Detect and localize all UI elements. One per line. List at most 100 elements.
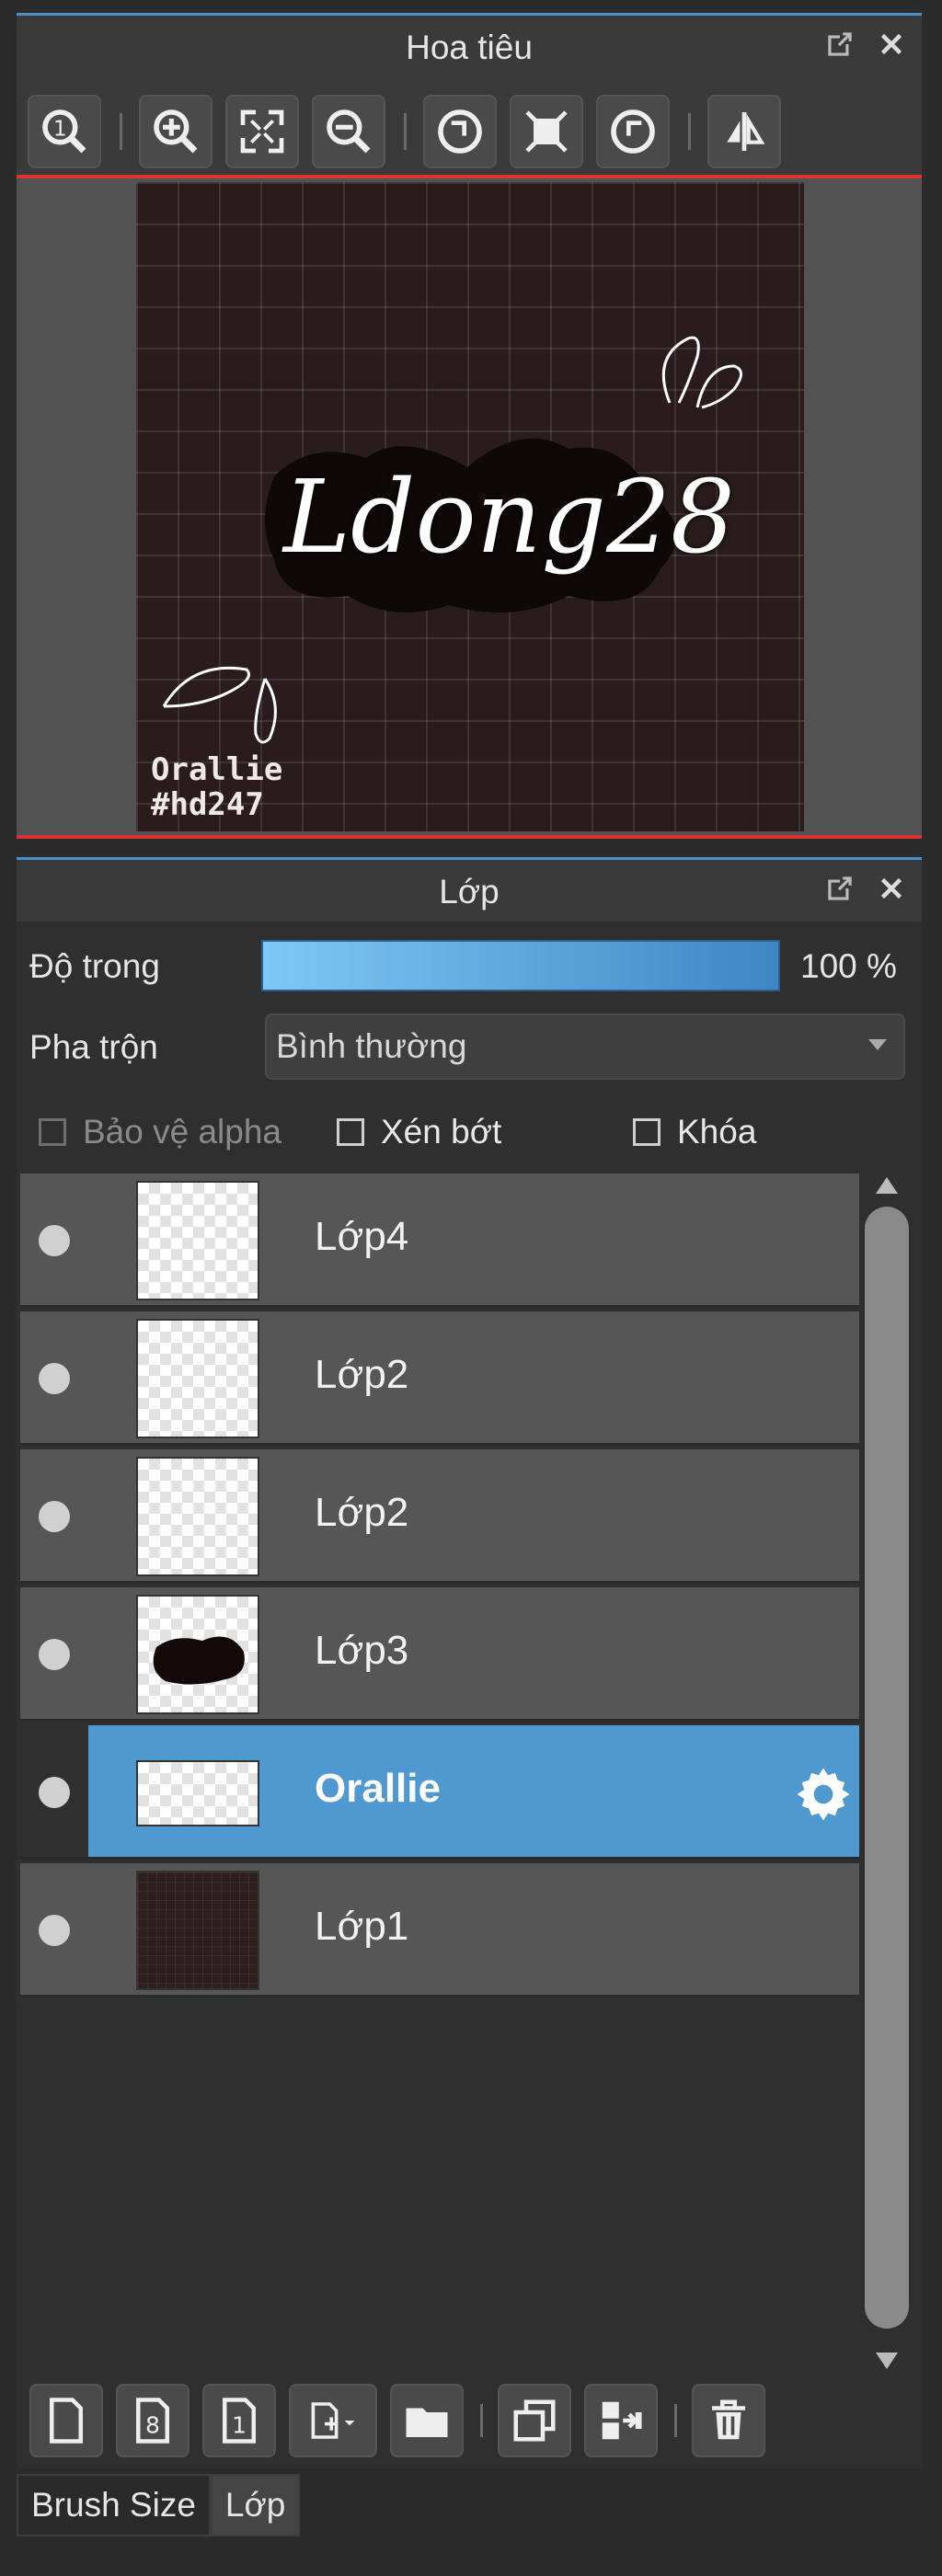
layer-row[interactable]: Lớp3 bbox=[20, 1587, 859, 1722]
zoom-actual-button[interactable]: 1 bbox=[28, 95, 101, 168]
svg-text:1: 1 bbox=[232, 2412, 247, 2439]
1bit-layer-icon: 1 bbox=[223, 2398, 256, 2444]
delete-layer-button[interactable] bbox=[692, 2384, 765, 2457]
checkbox-box bbox=[633, 1118, 661, 1146]
layer-thumbnail bbox=[136, 1871, 259, 1990]
layer-row[interactable]: Lớp2 bbox=[20, 1311, 859, 1446]
fullscreen-icon bbox=[525, 110, 568, 153]
clipping-label: Xén bớt bbox=[381, 1113, 502, 1151]
layer-thumbnail bbox=[136, 1760, 259, 1826]
zoom-actual-icon: 1 bbox=[42, 109, 86, 154]
lock-label: Khóa bbox=[677, 1113, 757, 1151]
layer-name: Lớp2 bbox=[315, 1352, 409, 1397]
add-layer-menu-button[interactable] bbox=[289, 2384, 377, 2457]
merge-icon bbox=[602, 2401, 642, 2440]
svg-text:8: 8 bbox=[145, 2412, 160, 2439]
layers-title: Lớp bbox=[439, 873, 500, 910]
fullscreen-button[interactable] bbox=[510, 95, 583, 168]
scroll-down-icon[interactable] bbox=[876, 2353, 898, 2369]
layer-name: Orallie bbox=[315, 1766, 441, 1811]
canvas-signature: Orallie #hd247 bbox=[151, 752, 282, 822]
rotate-right-button[interactable] bbox=[596, 95, 670, 168]
layer-name: Lớp4 bbox=[315, 1214, 409, 1259]
scroll-up-icon[interactable] bbox=[876, 1177, 898, 1194]
fit-screen-button[interactable] bbox=[225, 95, 299, 168]
visibility-toggle-icon[interactable] bbox=[39, 1363, 70, 1394]
merge-down-button[interactable] bbox=[584, 2384, 658, 2457]
rotate-right-icon bbox=[611, 109, 655, 154]
opacity-label: Độ trong bbox=[29, 947, 160, 985]
protect-alpha-label: Bảo vệ alpha bbox=[83, 1113, 282, 1151]
add-layer-icon bbox=[311, 2402, 355, 2439]
close-icon[interactable] bbox=[874, 871, 909, 906]
new-1bit-layer-button[interactable]: 1 bbox=[202, 2384, 276, 2457]
toolbar-separator bbox=[674, 2404, 677, 2437]
visibility-toggle-icon[interactable] bbox=[39, 1225, 70, 1256]
decoration-swirl-icon bbox=[162, 666, 277, 744]
new-folder-button[interactable] bbox=[390, 2384, 464, 2457]
chevron-down-icon bbox=[868, 1039, 887, 1050]
blend-label: Pha trộn bbox=[29, 1028, 158, 1066]
popout-icon[interactable] bbox=[822, 871, 857, 906]
layer-name: Lớp2 bbox=[315, 1490, 409, 1535]
fit-screen-icon bbox=[240, 109, 284, 154]
toolbar-separator bbox=[480, 2404, 483, 2437]
clipping-checkbox[interactable]: Xén bớt bbox=[337, 1113, 501, 1151]
decoration-swirl-icon bbox=[661, 336, 742, 409]
visibility-toggle-icon[interactable] bbox=[39, 1915, 70, 1946]
zoom-in-icon bbox=[154, 109, 198, 154]
rotate-left-button[interactable] bbox=[423, 95, 497, 168]
layer-thumbnail-art bbox=[153, 1636, 245, 1685]
checkbox-box bbox=[337, 1118, 364, 1146]
layer-name: Lớp1 bbox=[315, 1904, 409, 1949]
new-page-icon bbox=[50, 2398, 83, 2444]
signature-tag: #hd247 bbox=[151, 786, 264, 823]
navigator-preview[interactable]: Ldong28 Orallie #hd247 bbox=[17, 175, 922, 839]
protect-alpha-checkbox[interactable]: Bảo vệ alpha bbox=[39, 1113, 281, 1151]
zoom-in-button[interactable] bbox=[139, 95, 213, 168]
tab-brush-size[interactable]: Brush Size bbox=[17, 2474, 211, 2536]
flip-icon bbox=[727, 112, 765, 151]
signature-name: Orallie bbox=[151, 751, 283, 788]
zoom-out-button[interactable] bbox=[312, 95, 385, 168]
rotate-left-icon bbox=[438, 109, 482, 154]
layer-thumbnail bbox=[136, 1181, 259, 1300]
navigator-title: Hoa tiêu bbox=[406, 29, 533, 66]
opacity-slider[interactable] bbox=[261, 940, 780, 991]
navigator-panel-title: Hoa tiêu bbox=[17, 13, 922, 80]
visibility-toggle-icon[interactable] bbox=[39, 1501, 70, 1532]
visibility-toggle-icon[interactable] bbox=[39, 1777, 70, 1808]
close-icon[interactable] bbox=[874, 27, 909, 62]
toolbar-separator bbox=[120, 113, 122, 150]
layer-list: Lớp4 Lớp2 Lớp2 Lớp3 Orallie Lớp1 bbox=[20, 1174, 861, 2375]
layer-list-scrollbar[interactable] bbox=[863, 1174, 911, 2369]
navigator-toolbar: 1 bbox=[17, 77, 922, 186]
folder-icon bbox=[406, 2408, 448, 2437]
tab-layers[interactable]: Lớp bbox=[210, 2474, 301, 2536]
layer-row[interactable]: Lớp4 bbox=[20, 1174, 859, 1308]
layer-row-selected[interactable]: Orallie bbox=[20, 1725, 859, 1860]
layer-thumbnail bbox=[136, 1595, 259, 1714]
canvas-artwork-text: Ldong28 bbox=[283, 458, 735, 576]
layer-row[interactable]: Lớp2 bbox=[20, 1449, 859, 1584]
layers-panel-title: Lớp bbox=[17, 857, 922, 924]
toolbar-separator bbox=[688, 113, 691, 150]
checkbox-box bbox=[39, 1118, 66, 1146]
canvas-preview[interactable]: Ldong28 Orallie #hd247 bbox=[136, 182, 804, 831]
new-8bit-layer-button[interactable]: 8 bbox=[116, 2384, 190, 2457]
new-layer-button[interactable] bbox=[29, 2384, 103, 2457]
layer-thumbnail bbox=[136, 1457, 259, 1576]
panel-tabs: Brush Size Lớp bbox=[17, 2474, 301, 2538]
visibility-toggle-icon[interactable] bbox=[39, 1639, 70, 1670]
trash-icon bbox=[712, 2399, 745, 2440]
blend-mode-select[interactable]: Bình thường bbox=[265, 1013, 905, 1080]
duplicate-layer-button[interactable] bbox=[498, 2384, 571, 2457]
popout-icon[interactable] bbox=[822, 27, 857, 62]
layer-row[interactable]: Lớp1 bbox=[20, 1863, 859, 1998]
opacity-value: 100 % bbox=[800, 947, 897, 985]
flip-button[interactable] bbox=[707, 95, 781, 168]
scrollbar-thumb[interactable] bbox=[865, 1207, 909, 2329]
lock-checkbox[interactable]: Khóa bbox=[633, 1113, 756, 1151]
gear-icon[interactable] bbox=[795, 1766, 852, 1823]
zoom-out-icon bbox=[327, 109, 371, 154]
